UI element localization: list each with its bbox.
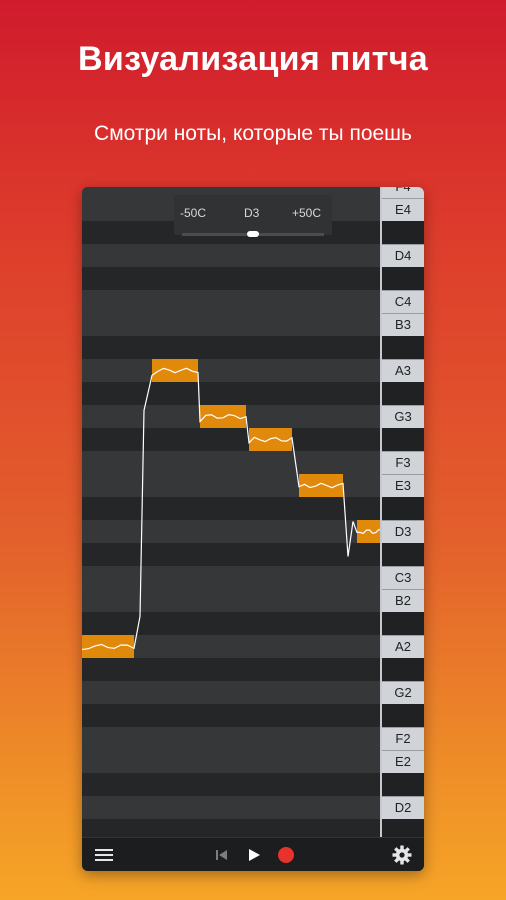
- piano-key-label: A3: [395, 363, 411, 378]
- menu-icon: [95, 849, 113, 861]
- piano-key-black[interactable]: [382, 382, 424, 405]
- tuner-plus-label: +50C: [292, 206, 322, 220]
- piano-key-black[interactable]: [382, 819, 424, 837]
- note-block: [357, 520, 382, 543]
- piano-key-label: E4: [395, 202, 411, 217]
- piano-key-label: D3: [394, 524, 412, 539]
- piano-key-black[interactable]: [382, 773, 424, 796]
- play-button[interactable]: [242, 838, 266, 871]
- note-block: [249, 428, 292, 451]
- piano-key-label: E2: [395, 754, 411, 769]
- piano-key-label: G2: [394, 685, 412, 700]
- menu-button[interactable]: [90, 838, 118, 871]
- settings-button[interactable]: [388, 838, 416, 871]
- piano-key-label: D4: [394, 248, 412, 263]
- promo-subtitle: Смотри ноты, которые ты поешь: [94, 122, 412, 145]
- tuner-note-label: D3: [244, 206, 260, 220]
- tuner-indicator: [247, 231, 259, 237]
- gear-icon: [392, 845, 412, 865]
- piano-key-label: D2: [394, 800, 412, 815]
- piano-key-black[interactable]: [382, 658, 424, 681]
- piano-key-label: G3: [394, 409, 412, 424]
- piano-key-label: F2: [395, 731, 411, 746]
- piano-key-black[interactable]: [382, 497, 424, 520]
- promo-title: Визуализация питча: [78, 40, 428, 78]
- piano-key-label: C4: [394, 294, 412, 309]
- piano-key-label: E3: [395, 478, 411, 493]
- piano-key-label: B3: [395, 317, 411, 332]
- tuner-minus-label: -50C: [180, 206, 207, 220]
- piano-key-black[interactable]: [382, 428, 424, 451]
- piano-key-label: B2: [395, 593, 411, 608]
- skip-back-icon: [216, 850, 227, 860]
- piano-key-label: F4: [382, 187, 424, 194]
- record-button[interactable]: [274, 838, 298, 871]
- piano-key-black[interactable]: [382, 704, 424, 727]
- piano-key-black[interactable]: [382, 267, 424, 290]
- play-icon: [249, 849, 260, 861]
- piano-key-label: F3: [395, 455, 411, 470]
- note-block: [82, 635, 134, 658]
- piano-roll[interactable]: -50C D3 +50C F4 E4 D4 C4 B3 A3 G3 F3 E3 D3 C3 B2 A2 G…: [82, 187, 424, 837]
- phone-screen: -50C D3 +50C F4 E4 D4 C4 B3 A3 G3 F3 E3 D3 C3 B2 A2 G…: [82, 187, 424, 871]
- record-icon: [278, 847, 294, 863]
- tuner-panel: -50C D3 +50C: [174, 195, 332, 237]
- skip-back-button[interactable]: [210, 838, 234, 871]
- pitch-graph: [82, 359, 382, 658]
- piano-key-black[interactable]: [382, 221, 424, 244]
- piano-key-black[interactable]: [382, 543, 424, 566]
- piano-key-label: A2: [395, 639, 411, 654]
- piano-key-black[interactable]: [382, 336, 424, 359]
- note-block: [200, 405, 246, 428]
- bottom-toolbar: [82, 837, 424, 871]
- piano-key-black[interactable]: [382, 612, 424, 635]
- piano-key-label: C3: [394, 570, 412, 585]
